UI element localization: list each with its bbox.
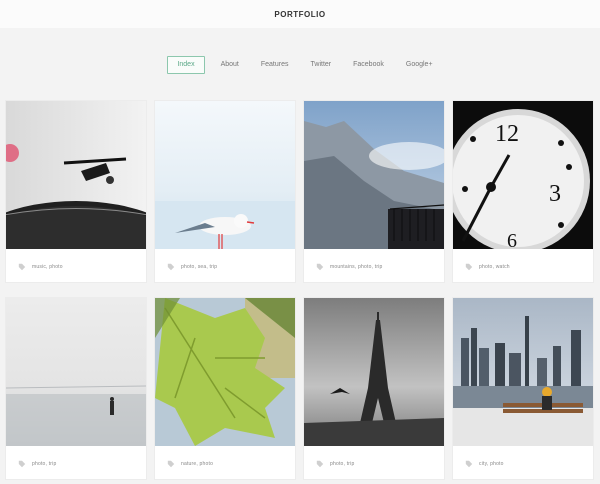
tag-icon bbox=[18, 460, 26, 468]
clock-photo[interactable]: 12 3 6 bbox=[453, 101, 593, 249]
card-tags: photo, watch bbox=[479, 264, 510, 270]
portfolio-card-mountains[interactable]: mountains, photo, trip bbox=[304, 101, 444, 282]
svg-text:12: 12 bbox=[495, 121, 519, 147]
nav-twitter[interactable]: Twitter bbox=[311, 57, 332, 73]
nav-facebook[interactable]: Facebook bbox=[353, 57, 384, 73]
header: PORTFOLIO bbox=[0, 0, 600, 28]
portfolio-card-paris[interactable]: photo, trip bbox=[304, 298, 444, 479]
tag-icon bbox=[465, 460, 473, 468]
nav-index[interactable]: Index bbox=[167, 56, 205, 74]
foggy-sea-photo[interactable] bbox=[6, 298, 146, 446]
svg-text:6: 6 bbox=[507, 230, 517, 249]
tag-icon bbox=[18, 263, 26, 271]
card-tags: photo, trip bbox=[330, 461, 355, 467]
mountains-photo[interactable] bbox=[304, 101, 444, 249]
portfolio-card-sea[interactable]: photo, sea, trip bbox=[155, 101, 295, 282]
nav-google-plus[interactable]: Google+ bbox=[406, 57, 433, 73]
eiffel-tower-photo[interactable] bbox=[304, 298, 444, 446]
card-tags: nature, photo bbox=[181, 461, 214, 467]
svg-text:3: 3 bbox=[549, 181, 561, 207]
nav-features[interactable]: Features bbox=[261, 57, 289, 73]
card-tags: music, photo bbox=[32, 264, 63, 270]
tag-icon bbox=[167, 460, 175, 468]
card-tags: photo, sea, trip bbox=[181, 264, 218, 270]
portfolio-card-nature[interactable]: nature, photo bbox=[155, 298, 295, 479]
tag-icon bbox=[465, 263, 473, 271]
nav-about[interactable]: About bbox=[221, 57, 239, 73]
portfolio-card-watch[interactable]: 12 3 6 photo, watch bbox=[453, 101, 593, 282]
card-tags: photo, trip bbox=[32, 461, 57, 467]
leaf-photo[interactable] bbox=[155, 298, 295, 446]
portfolio-card-trip[interactable]: photo, trip bbox=[6, 298, 146, 479]
page-title: PORTFOLIO bbox=[274, 9, 326, 19]
main-nav: Index About Features Twitter Facebook Go… bbox=[0, 56, 600, 74]
tag-icon bbox=[316, 263, 324, 271]
tag-icon bbox=[316, 460, 324, 468]
seagull-photo[interactable] bbox=[155, 101, 295, 249]
portfolio-card-music[interactable]: music, photo bbox=[6, 101, 146, 282]
card-tags: mountains, photo, trip bbox=[330, 264, 383, 270]
turntable-photo[interactable] bbox=[6, 101, 146, 249]
tag-icon bbox=[167, 263, 175, 271]
portfolio-card-city[interactable]: city, photo bbox=[453, 298, 593, 479]
city-skyline-photo[interactable] bbox=[453, 298, 593, 446]
card-tags: city, photo bbox=[479, 461, 504, 467]
